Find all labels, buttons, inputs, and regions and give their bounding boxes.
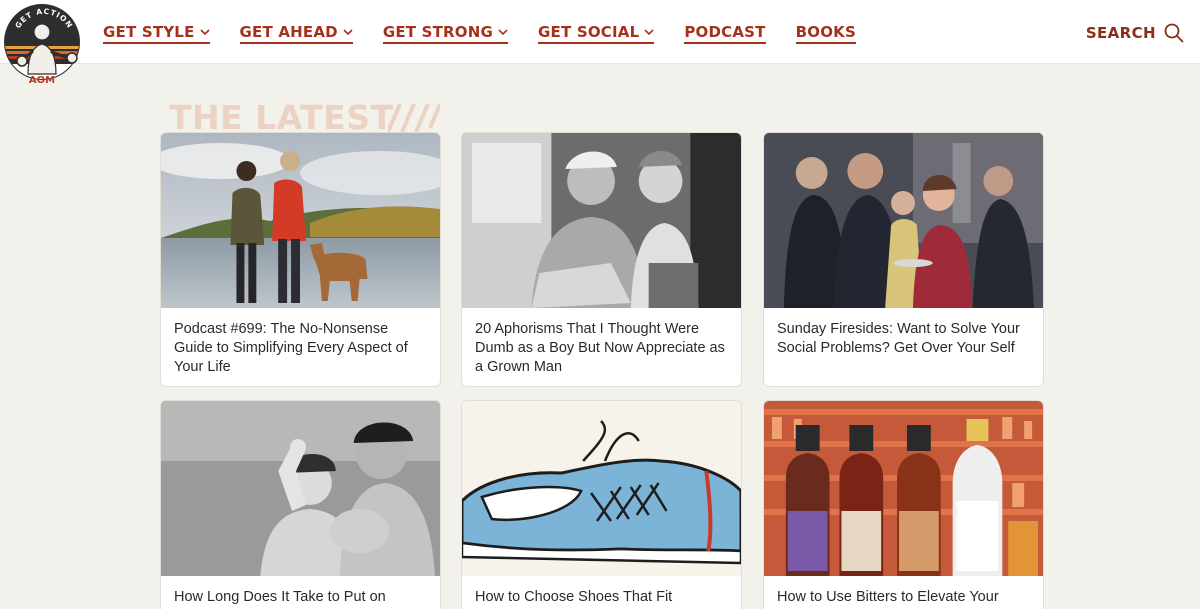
site-header: GET STYLE GET AHEAD GET STRONG GET SOCIA… <box>0 0 1200 64</box>
main-nav: GET STYLE GET AHEAD GET STRONG GET SOCIA… <box>103 22 886 46</box>
search-label: SEARCH <box>1085 24 1156 42</box>
nav-label: PODCAST <box>684 22 766 41</box>
article-image[interactable] <box>764 401 1043 576</box>
nav-get-strong[interactable]: GET STRONG <box>382 22 509 44</box>
nav-get-social[interactable]: GET SOCIAL <box>538 22 655 44</box>
nav-podcast[interactable]: PODCAST <box>684 22 766 44</box>
article-card[interactable]: How to Use Bitters to Elevate Your <box>763 400 1044 609</box>
article-card[interactable]: Podcast #699: The No-Nonsense Guide to S… <box>160 132 441 387</box>
article-card[interactable]: Sunday Firesides: Want to Solve Your Soc… <box>763 132 1044 387</box>
logo-bottom-text: AOM <box>29 75 55 86</box>
slashes-decoration <box>388 104 440 133</box>
article-image[interactable] <box>462 401 741 576</box>
nav-label: GET SOCIAL <box>538 22 640 41</box>
nav-label: GET STYLE <box>103 22 195 41</box>
article-title[interactable]: 20 Aphorisms That I Thought Were Dumb as… <box>462 308 741 386</box>
article-title[interactable]: How to Use Bitters to Elevate Your <box>764 576 1043 609</box>
article-image[interactable] <box>161 401 440 576</box>
article-card[interactable]: How to Choose Shoes That Fit <box>461 400 742 609</box>
article-title[interactable]: How to Choose Shoes That Fit <box>462 576 741 609</box>
aom-logo[interactable]: GET ACTION AOM <box>2 2 86 86</box>
article-image[interactable] <box>161 133 440 308</box>
article-card[interactable]: 20 Aphorisms That I Thought Were Dumb as… <box>461 132 742 387</box>
article-title[interactable]: How Long Does It Take to Put on <box>161 576 440 609</box>
chevron-down-icon <box>644 28 654 35</box>
article-image[interactable] <box>462 133 741 308</box>
nav-books[interactable]: BOOKS <box>795 22 856 44</box>
article-card[interactable]: How Long Does It Take to Put on <box>160 400 441 609</box>
nav-label: GET STRONG <box>382 22 494 41</box>
article-image[interactable] <box>764 133 1043 308</box>
search-icon <box>1164 23 1184 43</box>
nav-label: GET AHEAD <box>239 22 338 41</box>
search-button[interactable]: SEARCH <box>1086 22 1184 44</box>
article-title[interactable]: Podcast #699: The No-Nonsense Guide to S… <box>161 308 440 386</box>
nav-label: BOOKS <box>795 22 856 41</box>
nav-get-style[interactable]: GET STYLE <box>103 22 210 44</box>
chevron-down-icon <box>343 28 353 35</box>
chevron-down-icon <box>498 28 508 35</box>
nav-get-ahead[interactable]: GET AHEAD <box>239 22 353 44</box>
chevron-down-icon <box>199 28 210 35</box>
article-title[interactable]: Sunday Firesides: Want to Solve Your Soc… <box>764 308 1043 369</box>
